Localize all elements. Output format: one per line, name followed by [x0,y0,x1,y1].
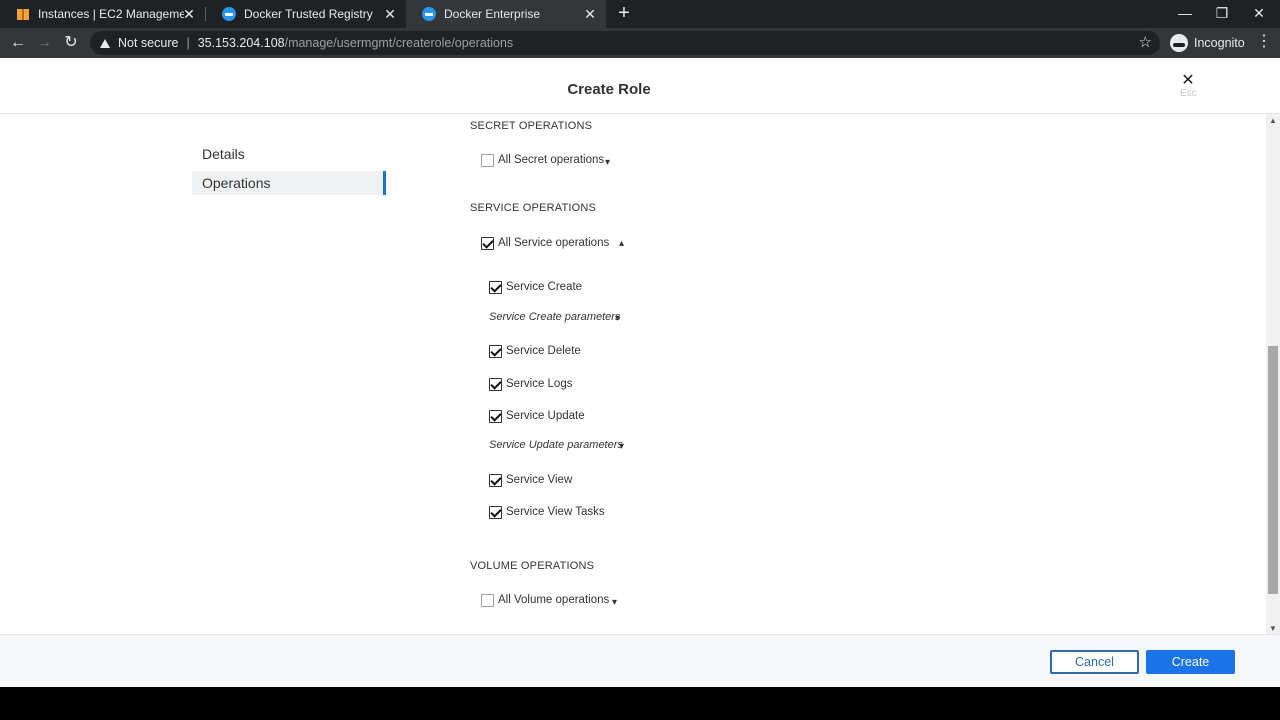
forward-arrow-icon[interactable]: → [34,33,54,53]
tab-title: Docker Enterprise [444,7,541,21]
chevron-down-icon[interactable]: ▾ [619,441,624,452]
scrollbar-thumb[interactable] [1268,346,1278,594]
url-path: /manage/usermgmt/createrole/operations [284,36,514,50]
secret-operations-heading: SECRET OPERATIONS [470,120,593,132]
service-view-tasks-label: Service View Tasks [506,506,605,518]
tab-title: Instances | EC2 Management Con [38,7,184,21]
service-view-label: Service View [506,474,573,486]
docker-whale-icon [422,7,436,21]
scrollbar[interactable]: ▲ ▼ [1266,114,1280,634]
cancel-button[interactable]: Cancel [1050,650,1139,674]
create-button[interactable]: Create [1146,650,1235,674]
service-view-tasks-checkbox[interactable] [489,506,502,519]
all-secret-operations-label: All Secret operations [498,154,605,166]
side-nav-item-details[interactable]: Details [192,142,386,166]
chevron-down-icon[interactable]: ▾ [605,157,610,168]
scroll-up-arrow-icon[interactable]: ▲ [1269,116,1277,125]
browser-tab-bar: Instances | EC2 Management Con ✕ Docker … [0,0,1280,28]
chevron-down-icon[interactable]: ▾ [615,313,620,324]
page-title: Create Role [567,81,651,98]
docker-whale-icon [222,7,236,21]
address-bar[interactable]: Not secure | 35.153.204.108 /manage/user… [90,31,1160,55]
volume-operations-heading: VOLUME OPERATIONS [470,560,595,572]
service-create-label: Service Create [506,281,583,293]
scroll-down-arrow-icon[interactable]: ▼ [1269,624,1277,633]
taskbar-area [0,687,1280,720]
close-tab-icon[interactable]: ✕ [382,6,398,22]
close-tab-icon[interactable]: ✕ [582,6,598,22]
all-volume-operations-label: All Volume operations [498,594,610,606]
bookmark-star-icon[interactable]: ☆ [1139,33,1152,51]
url-separator: | [186,36,190,50]
incognito-label: Incognito [1194,36,1245,50]
browser-menu-icon[interactable]: ⋮ [1256,34,1272,50]
new-tab-button[interactable]: + [614,3,634,24]
close-icon[interactable]: ✕ [1180,70,1196,90]
side-nav-item-operations[interactable]: Operations [192,171,386,195]
reload-icon[interactable]: ↻ [61,33,81,53]
window-close-button[interactable]: ✕ [1240,0,1278,28]
browser-toolbar: ← → ↻ Not secure | 35.153.204.108 /manag… [0,28,1280,58]
all-service-operations-checkbox[interactable] [481,237,494,250]
security-label: Not secure [118,36,179,50]
side-nav: Details Operations [192,142,386,200]
all-secret-operations-checkbox[interactable] [481,154,494,167]
warning-icon [100,38,110,48]
service-update-checkbox[interactable] [489,410,502,423]
maximize-button[interactable]: ❐ [1203,0,1241,28]
tab-title: Docker Trusted Registry [244,7,373,21]
tab-docker-enterprise[interactable]: Docker Enterprise ✕ [406,0,606,28]
incognito-icon [1170,34,1188,52]
tab-ec2-instances[interactable]: Instances | EC2 Management Con ✕ [0,0,205,28]
service-operations-heading: SERVICE OPERATIONS [470,202,597,214]
incognito-indicator[interactable]: Incognito [1170,32,1245,54]
service-delete-label: Service Delete [506,345,581,357]
chevron-down-icon[interactable]: ▾ [612,597,617,608]
modal-header: Create Role ✕ Esc [0,58,1280,114]
minimize-button[interactable]: — [1166,0,1204,28]
service-logs-label: Service Logs [506,378,573,390]
service-update-parameters-toggle[interactable]: Service Update parameters [489,439,623,451]
create-role-page: Create Role ✕ Esc Details Operations SEC… [0,58,1280,687]
url-host: 35.153.204.108 [197,36,285,50]
back-arrow-icon[interactable]: ← [8,33,28,53]
service-create-parameters-toggle[interactable]: Service Create parameters [489,311,620,323]
service-view-checkbox[interactable] [489,474,502,487]
service-logs-checkbox[interactable] [489,378,502,391]
modal-footer: Cancel Create [0,634,1280,687]
service-update-label: Service Update [506,410,585,422]
aws-box-icon [17,9,29,20]
service-create-checkbox[interactable] [489,281,502,294]
tab-docker-trusted-registry[interactable]: Docker Trusted Registry ✕ [206,0,406,28]
all-service-operations-label: All Service operations [498,237,610,249]
service-delete-checkbox[interactable] [489,345,502,358]
all-volume-operations-checkbox[interactable] [481,594,494,607]
esc-hint: Esc [1180,88,1197,99]
close-tab-icon[interactable]: ✕ [181,6,197,22]
chevron-up-icon[interactable]: ▴ [619,238,624,249]
